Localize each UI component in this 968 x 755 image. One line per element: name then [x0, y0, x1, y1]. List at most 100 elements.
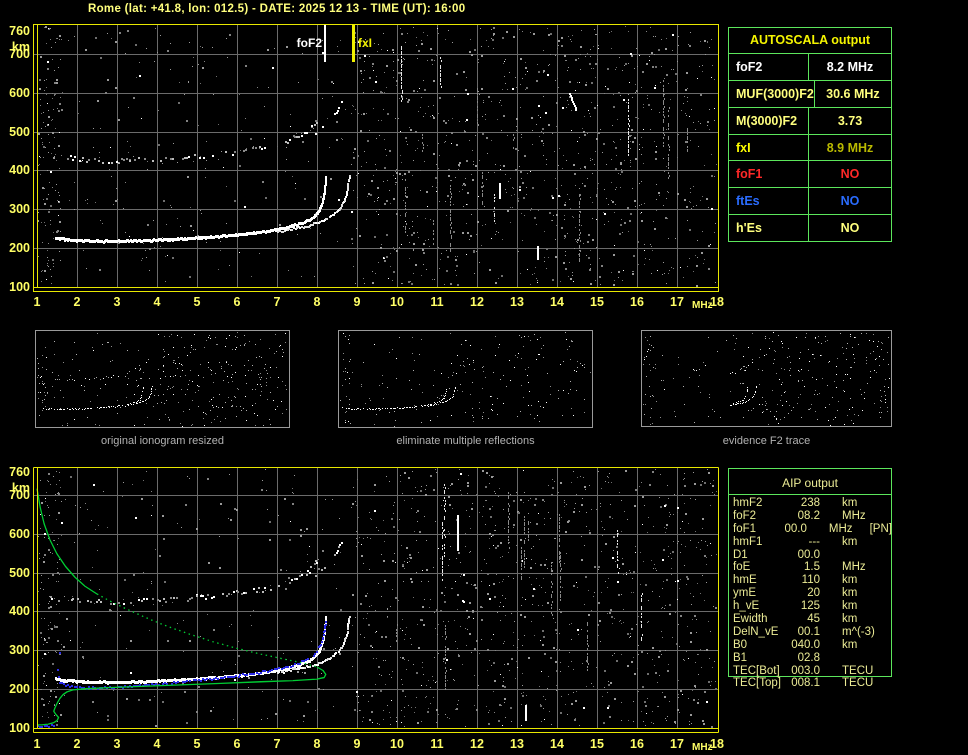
x-tick-label: 16 [630, 737, 644, 751]
aip-row-label: TEC[Bot] [733, 664, 780, 677]
aip-row-label: hmE [733, 574, 757, 587]
autoscala-window: Rome (lat: +41.8, lon: 012.5) - DATE: 20… [0, 0, 968, 755]
y-tick-label: 200 [9, 241, 30, 256]
aip-row-label: foF2 [733, 509, 757, 522]
thumbnail-evidence-f2-trace [641, 330, 892, 427]
autoscala-row: M(3000)F2 3.73 [729, 106, 891, 134]
aip-row-unit: km [842, 613, 858, 626]
aip-row-label: B0 [733, 638, 748, 651]
x-tick-label: 17 [670, 737, 684, 751]
aip-row-value: 1.5 [804, 561, 820, 574]
aip-header-divider [728, 494, 892, 495]
y-tick-label: 400 [9, 604, 30, 619]
thumbnail-original-ionogram [35, 330, 290, 428]
x-tick-label: 3 [113, 737, 121, 751]
autoscala-row-value: NO [808, 215, 891, 242]
y-tick-label: 760 [9, 464, 30, 479]
aip-row: D1 00.0 [728, 549, 892, 562]
x-tick-label: 2 [73, 295, 81, 309]
aip-row-value: 02.8 [797, 651, 820, 664]
aip-row-value: 110 [801, 574, 820, 587]
x-tick-label: 6 [233, 737, 241, 751]
aip-row: hmF1 --- km [728, 536, 892, 549]
x-tick-label: 10 [390, 737, 404, 751]
x-tick-label: 2 [73, 737, 81, 751]
x-tick-label: 13 [510, 737, 524, 751]
aip-row-value: 040.0 [791, 638, 820, 651]
aip-row-value: 00.1 [797, 625, 820, 638]
aip-row-label: ymE [733, 587, 756, 600]
scaled-ionogram-plot [33, 24, 719, 292]
autoscala-row-value: 8.9 MHz [808, 134, 891, 161]
aip-row-value: 20 [807, 587, 820, 600]
aip-row-label: hmF1 [733, 535, 763, 548]
aip-row-unit: TECU [842, 677, 874, 690]
y-tick-label: 300 [9, 202, 30, 217]
aip-row-value: 238 [800, 497, 820, 509]
x-tick-label: 10 [390, 295, 404, 309]
autoscala-row-label: h'Es [736, 221, 762, 236]
aip-row: B0 040.0 km [728, 639, 892, 652]
aip-row: TEC[Top] 008.1 TECU [728, 677, 892, 690]
x-tick-label: 7 [273, 295, 281, 309]
fxi-marker-label: fxI [358, 36, 373, 50]
aip-row-unit: MHz [842, 509, 866, 522]
aip-row-value: 003.0 [791, 664, 820, 677]
aip-table-header: AIP output [782, 476, 838, 490]
thumbnail-eliminate-reflections [338, 330, 593, 428]
aip-row-unit: MHz [842, 561, 866, 574]
autoscala-row-value: 30.6 MHz [813, 80, 891, 107]
aip-row-unit: TECU [842, 664, 874, 677]
aip-row-label: hmF2 [733, 497, 763, 509]
fof2-marker-label: foF2 [296, 36, 322, 50]
x-tick-label: 4 [153, 737, 161, 751]
x-tick-label: 15 [590, 737, 604, 751]
autoscala-row: foF2 8.2 MHz [729, 53, 891, 80]
x-tick-label: 11 [430, 295, 444, 309]
autoscala-row-value: 8.2 MHz [808, 54, 891, 80]
aip-row: foF2 08.2 MHz [728, 510, 892, 523]
autoscala-row-value: NO [808, 161, 891, 188]
x-tick-label: 4 [153, 295, 161, 309]
aip-row: B1 02.8 [728, 652, 892, 665]
x-tick-label: 15 [590, 295, 604, 309]
aip-row-unit: km [842, 600, 858, 613]
y-axis-unit-km: km [11, 39, 30, 54]
x-tick-label: 1 [33, 737, 41, 751]
aip-row-label: TEC[Top] [733, 677, 781, 690]
aip-row-unit: MHz [828, 522, 853, 535]
x-tick-label: 9 [353, 295, 361, 309]
y-axis-unit-km: km [11, 480, 30, 495]
x-tick-label: 7 [273, 737, 281, 751]
x-tick-label: 11 [430, 737, 444, 751]
x-tick-label: 14 [550, 295, 564, 309]
aip-row-value: 125 [800, 600, 820, 613]
aip-row-value: 008.1 [791, 677, 820, 690]
x-tick-label: 14 [550, 737, 564, 751]
profile-ionogram-plot [33, 467, 719, 733]
autoscala-row-label: foF1 [736, 167, 763, 182]
x-tick-label: 3 [113, 295, 121, 309]
aip-row-unit: km [842, 587, 858, 600]
y-tick-label: 100 [9, 721, 30, 735]
aip-row-label: h_vE [733, 600, 760, 613]
aip-row-label: D1 [733, 548, 748, 561]
autoscala-row-label: foF2 [736, 59, 763, 74]
x-tick-label: 6 [233, 295, 241, 309]
x-tick-label: 12 [470, 295, 484, 309]
x-tick-label: 13 [510, 295, 524, 309]
x-tick-label: 12 [470, 737, 484, 751]
aip-row-label: DelN_vE [733, 625, 779, 638]
window-title: Rome (lat: +41.8, lon: 012.5) - DATE: 20… [88, 3, 466, 15]
autoscala-row: h'Es NO [729, 214, 891, 242]
autoscala-row: fxI 8.9 MHz [729, 133, 891, 161]
aip-row: TEC[Bot] 003.0 TECU [728, 665, 892, 678]
aip-row-label: foE [733, 561, 751, 574]
aip-row: h_vE 125 km [728, 600, 892, 613]
y-tick-label: 400 [9, 163, 30, 178]
autoscala-output-table: AUTOSCALA output foF2 8.2 MHz MUF(3000)F2 3… [728, 27, 892, 242]
aip-row-unit: km [842, 535, 858, 548]
aip-row-unit: m^(-3) [842, 625, 875, 638]
autoscala-row: ftEs NO [729, 187, 891, 215]
autoscala-row-label: fxI [736, 140, 751, 155]
